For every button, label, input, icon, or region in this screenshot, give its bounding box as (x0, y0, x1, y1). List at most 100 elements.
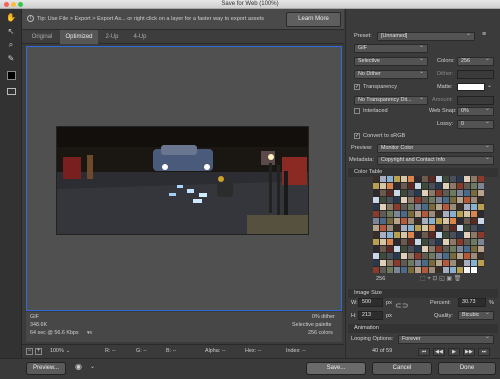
browser-preview-icon[interactable]: ◉ (75, 362, 89, 374)
color-swatch[interactable] (436, 218, 442, 224)
color-swatch[interactable] (380, 260, 386, 266)
color-swatch[interactable] (478, 267, 484, 273)
interlaced-checkbox[interactable] (354, 108, 360, 114)
color-swatch[interactable] (436, 239, 442, 245)
color-swatch[interactable] (443, 183, 449, 189)
optimize-menu-icon[interactable]: ≡ (482, 31, 486, 38)
color-swatch[interactable] (380, 190, 386, 196)
color-swatch[interactable] (408, 232, 414, 238)
convert-srgb-checkbox[interactable]: ✓ (354, 133, 360, 139)
amount-field[interactable] (457, 96, 494, 105)
color-swatch[interactable] (457, 267, 463, 273)
color-swatch[interactable] (394, 267, 400, 273)
preview-button[interactable]: Preview... (26, 362, 66, 375)
color-swatch[interactable] (443, 218, 449, 224)
color-swatch[interactable] (464, 190, 470, 196)
color-swatch[interactable] (387, 204, 393, 210)
color-swatch[interactable] (387, 246, 393, 252)
color-swatch[interactable] (394, 211, 400, 217)
color-swatch[interactable] (422, 225, 428, 231)
color-swatch[interactable] (450, 176, 456, 182)
color-swatch[interactable] (408, 211, 414, 217)
color-swatch[interactable] (408, 218, 414, 224)
color-swatch[interactable] (415, 176, 421, 182)
color-swatch[interactable] (422, 176, 428, 182)
color-swatch[interactable] (429, 253, 435, 259)
color-swatch[interactable] (415, 267, 421, 273)
zoom-level-select[interactable]: 100% (50, 348, 64, 354)
color-swatch[interactable] (464, 183, 470, 189)
color-swatch[interactable] (422, 246, 428, 252)
color-swatch[interactable] (443, 190, 449, 196)
color-swatch[interactable] (387, 183, 393, 189)
color-swatch[interactable] (471, 232, 477, 238)
tab-original[interactable]: Original (26, 30, 58, 44)
color-swatch[interactable] (422, 239, 428, 245)
color-swatch[interactable] (373, 197, 379, 203)
color-swatch[interactable] (373, 211, 379, 217)
color-swatch[interactable] (401, 260, 407, 266)
color-swatch[interactable] (436, 253, 442, 259)
learn-more-button[interactable]: Learn More (286, 12, 341, 27)
color-swatch[interactable] (436, 267, 442, 273)
color-swatch[interactable] (380, 225, 386, 231)
color-swatch[interactable] (471, 183, 477, 189)
color-swatch[interactable] (408, 190, 414, 196)
color-swatch[interactable] (401, 176, 407, 182)
color-swatch[interactable] (387, 190, 393, 196)
transparency-checkbox[interactable]: ✓ (354, 84, 360, 90)
color-swatch[interactable] (464, 239, 470, 245)
color-swatch[interactable] (436, 183, 442, 189)
color-swatch[interactable] (471, 267, 477, 273)
color-table-tool-icons[interactable]: ⬚ ⌖ ⊡ ◱ ▣ 🗑 (420, 275, 461, 283)
color-swatch[interactable] (387, 253, 393, 259)
color-swatch[interactable] (401, 218, 407, 224)
color-swatch[interactable] (429, 260, 435, 266)
color-swatch[interactable] (394, 232, 400, 238)
color-swatch[interactable] (457, 176, 463, 182)
width-field[interactable]: 500 (358, 298, 383, 307)
color-swatch[interactable] (471, 253, 477, 259)
color-swatch[interactable] (380, 267, 386, 273)
color-swatch[interactable] (373, 218, 379, 224)
color-swatch[interactable] (471, 204, 477, 210)
color-swatch[interactable] (436, 246, 442, 252)
color-swatch[interactable] (373, 267, 379, 273)
color-table[interactable] (373, 176, 484, 273)
color-swatch[interactable] (415, 253, 421, 259)
color-swatch[interactable] (478, 239, 484, 245)
color-swatch[interactable] (422, 204, 428, 210)
color-swatch[interactable] (450, 225, 456, 231)
color-swatch[interactable] (450, 183, 456, 189)
color-swatch[interactable] (457, 211, 463, 217)
color-swatch[interactable] (464, 176, 470, 182)
color-swatch[interactable] (457, 246, 463, 252)
color-swatch[interactable] (457, 225, 463, 231)
color-swatch[interactable] (401, 211, 407, 217)
tab-2-up[interactable]: 2-Up (100, 30, 124, 44)
color-swatch[interactable] (373, 183, 379, 189)
color-swatch[interactable] (401, 267, 407, 273)
color-swatch[interactable] (443, 239, 449, 245)
color-swatch[interactable] (450, 253, 456, 259)
color-swatch[interactable] (380, 246, 386, 252)
color-swatch[interactable] (443, 176, 449, 182)
browser-chevron-icon[interactable]: ⌄ (90, 363, 95, 370)
color-swatch[interactable] (401, 232, 407, 238)
color-swatch[interactable] (464, 253, 470, 259)
color-swatch[interactable] (401, 246, 407, 252)
color-swatch[interactable] (436, 225, 442, 231)
color-reduction-select[interactable]: Selective (354, 57, 428, 66)
color-swatch[interactable] (443, 253, 449, 259)
color-swatch[interactable] (478, 246, 484, 252)
color-swatch[interactable] (471, 218, 477, 224)
color-swatch[interactable] (429, 267, 435, 273)
color-swatch[interactable] (408, 225, 414, 231)
color-swatch[interactable] (429, 239, 435, 245)
color-swatch[interactable] (450, 260, 456, 266)
eyedropper-tool-icon[interactable]: ✎ (5, 53, 17, 64)
color-swatch[interactable] (422, 197, 428, 203)
color-swatch[interactable] (429, 232, 435, 238)
color-swatch[interactable] (373, 176, 379, 182)
color-swatch[interactable] (387, 197, 393, 203)
